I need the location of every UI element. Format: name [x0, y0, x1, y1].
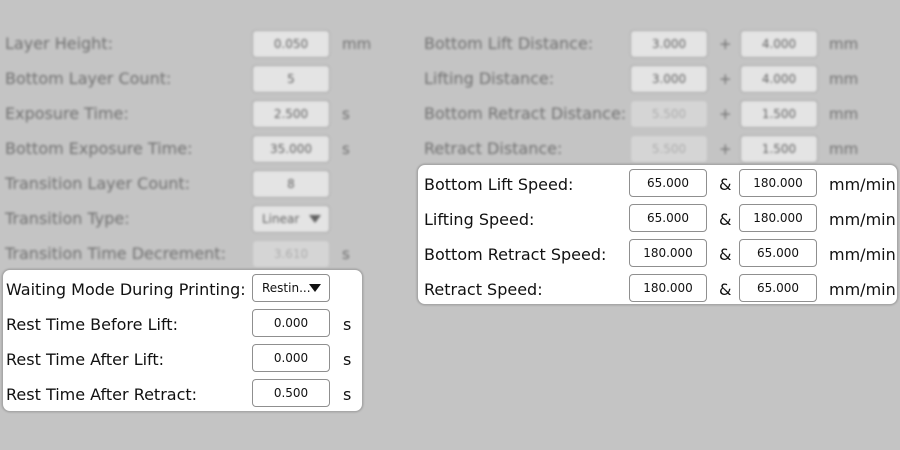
- retract-speed-field-1[interactable]: 180.000: [629, 274, 707, 302]
- unit-label: s: [342, 245, 350, 263]
- plus-separator: +: [719, 35, 732, 53]
- setting-label: Layer Height:: [5, 34, 113, 53]
- setting-label: Bottom Layer Count:: [5, 69, 172, 88]
- plus-separator: +: [719, 105, 732, 123]
- speed-settings-panel: Bottom Lift Speed: 65.000 & 180.000 mm/m…: [417, 164, 898, 305]
- bottom-retract-distance-field-1: 5.500: [630, 100, 708, 128]
- bottom-lift-speed-field-2[interactable]: 180.000: [739, 169, 817, 197]
- setting-label: Transition Layer Count:: [5, 174, 191, 193]
- rest-time-after-retract-field[interactable]: 0.500: [252, 379, 330, 407]
- dropdown-value: Restin...: [262, 281, 311, 295]
- plus-separator: +: [719, 140, 732, 158]
- layer-height-field[interactable]: 0.050: [252, 30, 330, 58]
- transition-type-dropdown[interactable]: Linear: [252, 205, 330, 233]
- lifting-distance-field-2[interactable]: 4.000: [740, 65, 818, 93]
- setting-label: Retract Speed:: [424, 280, 543, 299]
- unit-label: mm/min: [829, 175, 896, 194]
- setting-label: Bottom Lift Distance:: [424, 34, 594, 53]
- setting-label: Lifting Speed:: [424, 210, 535, 229]
- caret-down-icon: [309, 215, 321, 223]
- bottom-layer-count-field[interactable]: 5: [252, 65, 330, 93]
- unit-label: s: [342, 105, 350, 123]
- lifting-speed-field-2[interactable]: 180.000: [739, 204, 817, 232]
- unit-label: mm: [829, 140, 859, 158]
- ampersand-separator: &: [719, 175, 732, 194]
- lifting-distance-field-1[interactable]: 3.000: [630, 65, 708, 93]
- lifting-speed-field-1[interactable]: 65.000: [629, 204, 707, 232]
- transition-time-decrement-field: 3.610: [252, 240, 330, 268]
- setting-label: Bottom Retract Speed:: [424, 245, 607, 264]
- retract-speed-field-2[interactable]: 65.000: [739, 274, 817, 302]
- waiting-mode-panel: Waiting Mode During Printing: Restin... …: [2, 269, 363, 412]
- setting-label: Bottom Exposure Time:: [5, 139, 193, 158]
- bottom-lift-distance-field-1[interactable]: 3.000: [630, 30, 708, 58]
- unit-label: mm: [342, 35, 372, 53]
- rest-time-before-lift-field[interactable]: 0.000: [252, 309, 330, 337]
- waiting-mode-dropdown[interactable]: Restin...: [252, 274, 330, 302]
- unit-label: mm/min: [829, 280, 896, 299]
- unit-label: mm: [829, 105, 859, 123]
- ampersand-separator: &: [719, 245, 732, 264]
- retract-distance-field-2[interactable]: 1.500: [740, 135, 818, 163]
- retract-distance-field-1: 5.500: [630, 135, 708, 163]
- unit-label: mm: [829, 35, 859, 53]
- plus-separator: +: [719, 70, 732, 88]
- setting-label: Transition Time Decrement:: [5, 244, 226, 263]
- unit-label: mm/min: [829, 245, 896, 264]
- unit-label: mm: [829, 70, 859, 88]
- setting-label: Rest Time Before Lift:: [6, 315, 178, 334]
- setting-label: Retract Distance:: [424, 139, 563, 158]
- print-settings-screen: Layer Height: 0.050 mm Bottom Layer Coun…: [0, 0, 900, 450]
- unit-label: s: [343, 385, 352, 404]
- setting-label: Bottom Retract Distance:: [424, 104, 627, 123]
- bottom-lift-distance-field-2[interactable]: 4.000: [740, 30, 818, 58]
- unit-label: s: [343, 350, 352, 369]
- setting-label: Bottom Lift Speed:: [424, 175, 574, 194]
- setting-label: Exposure Time:: [5, 104, 129, 123]
- ampersand-separator: &: [719, 210, 732, 229]
- unit-label: s: [343, 315, 352, 334]
- setting-label: Waiting Mode During Printing:: [6, 280, 246, 299]
- bottom-retract-speed-field-2[interactable]: 65.000: [739, 239, 817, 267]
- dropdown-value: Linear: [262, 212, 300, 226]
- transition-layer-count-field[interactable]: 8: [252, 170, 330, 198]
- setting-label: Rest Time After Retract:: [6, 385, 198, 404]
- unit-label: s: [342, 140, 350, 158]
- rest-time-after-lift-field[interactable]: 0.000: [252, 344, 330, 372]
- setting-label: Rest Time After Lift:: [6, 350, 165, 369]
- setting-label: Lifting Distance:: [424, 69, 555, 88]
- bottom-retract-distance-field-2[interactable]: 1.500: [740, 100, 818, 128]
- bottom-lift-speed-field-1[interactable]: 65.000: [629, 169, 707, 197]
- bottom-exposure-time-field[interactable]: 35.000: [252, 135, 330, 163]
- caret-down-icon: [309, 284, 321, 292]
- exposure-time-field[interactable]: 2.500: [252, 100, 330, 128]
- setting-label: Transition Type:: [5, 209, 130, 228]
- unit-label: mm/min: [829, 210, 896, 229]
- ampersand-separator: &: [719, 280, 732, 299]
- bottom-retract-speed-field-1[interactable]: 180.000: [629, 239, 707, 267]
